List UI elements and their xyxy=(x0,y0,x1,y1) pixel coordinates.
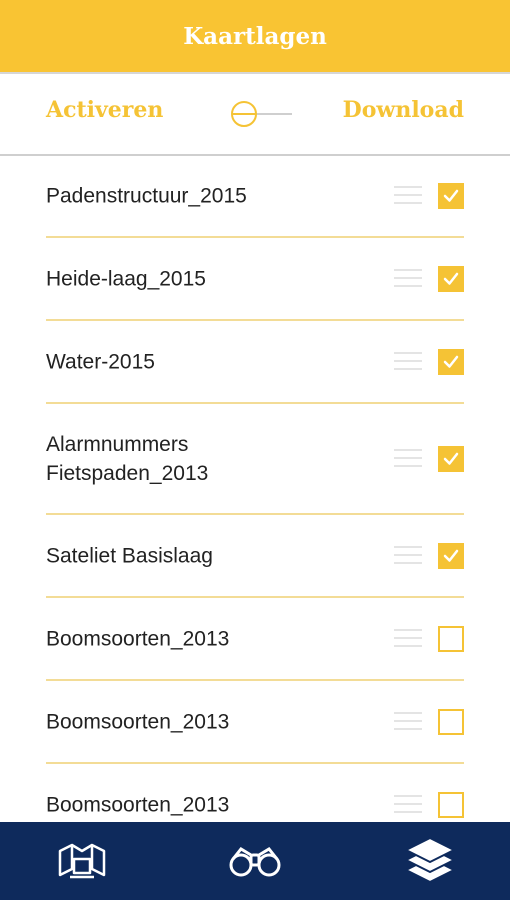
layer-checkbox[interactable] xyxy=(438,183,464,209)
layer-label: Padenstructuur_2015 xyxy=(46,184,247,208)
page-title: Kaartlagen xyxy=(183,22,327,50)
layer-label: Alarmnummers Fietspaden_2013 xyxy=(46,432,209,485)
layer-label: Sateliet Basislaag xyxy=(46,544,213,567)
layer-row[interactable]: Heide-laag_2015 xyxy=(0,238,510,321)
checkmark-icon xyxy=(443,355,459,368)
tab-layers[interactable] xyxy=(370,822,490,900)
activate-mode-label[interactable]: Activeren xyxy=(46,97,163,123)
layer-label: Water-2015 xyxy=(46,350,155,373)
tab-binoculars[interactable] xyxy=(195,822,315,900)
drag-handle-icon[interactable] xyxy=(394,351,422,372)
map-icon xyxy=(58,843,106,879)
drag-handle-icon[interactable] xyxy=(394,448,422,469)
download-mode-label[interactable]: Download xyxy=(343,97,464,123)
layer-row[interactable]: Sateliet Basislaag xyxy=(0,515,510,598)
layer-label: Boomsoorten_2013 xyxy=(46,627,230,650)
bottom-tab-bar xyxy=(0,822,510,900)
layer-checkbox[interactable] xyxy=(438,708,464,735)
tab-map[interactable] xyxy=(22,822,142,900)
layers-icon xyxy=(405,837,455,883)
layer-row[interactable]: Boomsoorten_2013 xyxy=(0,598,510,681)
checkmark-icon xyxy=(443,452,459,465)
layer-checkbox[interactable] xyxy=(438,542,464,569)
drag-handle-icon[interactable] xyxy=(394,186,422,206)
layer-checkbox[interactable] xyxy=(438,445,464,472)
layer-row[interactable]: Boomsoorten_2013 xyxy=(0,764,510,822)
drag-handle-icon[interactable] xyxy=(394,268,422,289)
layer-row[interactable]: Water-2015 xyxy=(0,321,510,404)
binoculars-icon xyxy=(229,847,281,877)
drag-handle-icon[interactable] xyxy=(394,794,422,815)
layer-list[interactable]: Padenstructuur_2015 Heide-laag_2015 Wate… xyxy=(0,156,510,822)
drag-handle-icon[interactable] xyxy=(394,711,422,732)
mode-bar: Activeren Download xyxy=(0,74,510,156)
layer-row[interactable]: Alarmnummers Fietspaden_2013 xyxy=(0,404,510,515)
layer-checkbox[interactable] xyxy=(438,625,464,652)
layer-label: Boomsoorten_2013 xyxy=(46,793,230,816)
layer-label: Boomsoorten_2013 xyxy=(46,710,230,733)
layer-row[interactable]: Boomsoorten_2013 xyxy=(0,681,510,764)
layer-label: Heide-laag_2015 xyxy=(46,267,206,290)
mode-toggle-switch[interactable] xyxy=(228,99,294,129)
layer-checkbox[interactable] xyxy=(438,791,464,818)
header: Kaartlagen xyxy=(0,0,510,74)
drag-handle-icon[interactable] xyxy=(394,628,422,649)
drag-handle-icon[interactable] xyxy=(394,545,422,566)
checkmark-icon xyxy=(443,549,459,562)
checkmark-icon xyxy=(443,189,459,202)
layer-row[interactable]: Padenstructuur_2015 xyxy=(0,156,510,238)
layer-checkbox[interactable] xyxy=(438,265,464,292)
layer-checkbox[interactable] xyxy=(438,348,464,375)
checkmark-icon xyxy=(443,272,459,285)
